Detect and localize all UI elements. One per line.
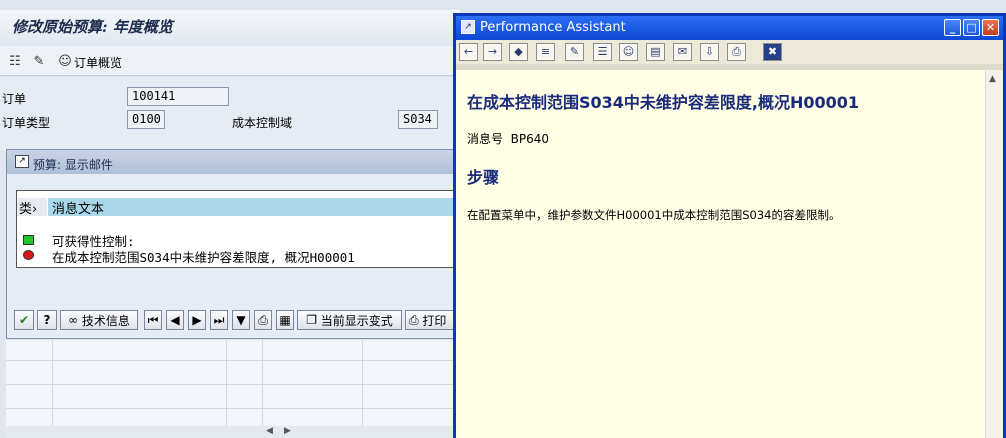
print-button[interactable]: ⎙ 打印 xyxy=(405,310,456,330)
notes-icon[interactable]: ☰ xyxy=(593,43,612,61)
pa-window-title: Performance Assistant xyxy=(480,20,626,35)
pa-content xyxy=(456,70,985,438)
glasses-icon: ∞ xyxy=(68,313,82,327)
edit-icon[interactable]: ✎ xyxy=(30,52,48,70)
header-form xyxy=(0,77,460,151)
window-icon: ↗ xyxy=(461,20,475,34)
status-red-icon xyxy=(23,250,34,260)
mail-icon[interactable]: ✉ xyxy=(673,43,692,61)
printer-icon: ⎙ xyxy=(409,312,423,327)
table-row[interactable]: 在成本控制范围S034中未维护容差限度, 概况H00001 xyxy=(52,247,355,266)
controlling-area-label: 成本控制域 xyxy=(232,116,293,130)
variant-icon: ❐ xyxy=(306,313,321,327)
scroll-up-icon[interactable]: ▲ xyxy=(989,74,996,84)
export-icon[interactable]: ⇩ xyxy=(700,43,719,61)
steps-body: 在配置菜单中，维护参数文件H00001中成本控制范围S034的容差限制。 xyxy=(467,208,841,222)
column-header-type-label: 类 xyxy=(19,202,33,217)
help-icon[interactable]: ? xyxy=(37,310,57,330)
window-icon: ↗ xyxy=(15,155,29,168)
controlling-area-field[interactable]: S034 xyxy=(398,110,438,129)
close-icon[interactable]: ✖ xyxy=(763,43,782,61)
order-type-field[interactable]: 0100 xyxy=(127,110,165,129)
document-icon[interactable]: ▤ xyxy=(646,43,665,61)
grid-divider xyxy=(52,340,53,430)
order-field[interactable]: 100141 xyxy=(127,87,229,106)
grid-divider xyxy=(362,340,363,430)
check-icon[interactable]: ✔ xyxy=(14,310,34,330)
column-header-text[interactable]: 消息文本 xyxy=(48,198,456,217)
current-display-variant-button[interactable]: ❐ 当前显示变式 xyxy=(297,310,402,330)
previous-page-icon[interactable]: ◀ xyxy=(166,310,184,330)
message-number-value: BP640 xyxy=(510,132,550,146)
grid-divider xyxy=(6,384,456,385)
grid-divider xyxy=(6,360,456,361)
column-header-type[interactable]: 类› xyxy=(17,198,47,217)
edit-icon[interactable]: ✎ xyxy=(565,43,584,61)
current-display-variant-label: 当前显示变式 xyxy=(320,313,393,328)
book-icon[interactable]: ◆ xyxy=(509,43,528,61)
last-page-icon[interactable]: ⏭ xyxy=(210,310,228,330)
person-icon[interactable]: ☺ xyxy=(56,52,74,70)
pa-vertical-scrollbar[interactable] xyxy=(985,70,1003,438)
back-icon[interactable]: ← xyxy=(459,43,478,61)
steps-heading: 步骤 xyxy=(467,168,500,187)
order-overview-button[interactable]: 订单概览 xyxy=(74,54,122,71)
filter-icon[interactable]: ▼ xyxy=(232,310,250,330)
first-page-icon[interactable]: ⏮ xyxy=(144,310,162,330)
grid-divider xyxy=(6,408,456,409)
print-preview-icon[interactable]: ⎙ xyxy=(254,310,272,330)
scroll-left-icon[interactable]: ◀ xyxy=(266,426,273,436)
minimize-icon[interactable]: _ xyxy=(944,19,961,36)
order-type-label: 订单类型 xyxy=(2,116,51,130)
hierarchy-icon[interactable]: ☷ xyxy=(6,52,24,70)
dialog-title: 预算: 显示邮件 xyxy=(33,158,113,172)
scroll-right-icon[interactable]: ▶ xyxy=(284,426,291,436)
grid-divider xyxy=(262,340,263,430)
background-grid xyxy=(6,340,456,430)
maximize-icon[interactable]: □ xyxy=(963,19,980,36)
message-number-label: 消息号 xyxy=(467,132,504,146)
page-title: 修改原始预算: 年度概览 xyxy=(12,18,173,36)
order-label: 订单 xyxy=(2,92,27,106)
tech-info-button[interactable]: ∞ 技术信息 xyxy=(60,310,138,330)
people-icon[interactable]: ☺ xyxy=(619,43,638,61)
forward-icon[interactable]: → xyxy=(483,43,502,61)
technical-info-icon[interactable]: ≡ xyxy=(536,43,555,61)
message-number: 消息号 BP640 xyxy=(467,130,549,147)
pa-heading: 在成本控制范围S034中未维护容差限度,概况H00001 xyxy=(467,93,860,112)
next-page-icon[interactable]: ▶ xyxy=(188,310,206,330)
status-green-icon xyxy=(23,235,34,245)
tech-info-label: 技术信息 xyxy=(81,313,130,328)
horizontal-scrollbar[interactable] xyxy=(6,426,456,438)
print-icon[interactable]: ⎙ xyxy=(727,43,746,61)
close-icon[interactable]: ✕ xyxy=(982,19,999,36)
grid-divider xyxy=(226,340,227,430)
layout-icon[interactable]: ▦ xyxy=(276,310,294,330)
print-label: 打印 xyxy=(422,313,447,328)
